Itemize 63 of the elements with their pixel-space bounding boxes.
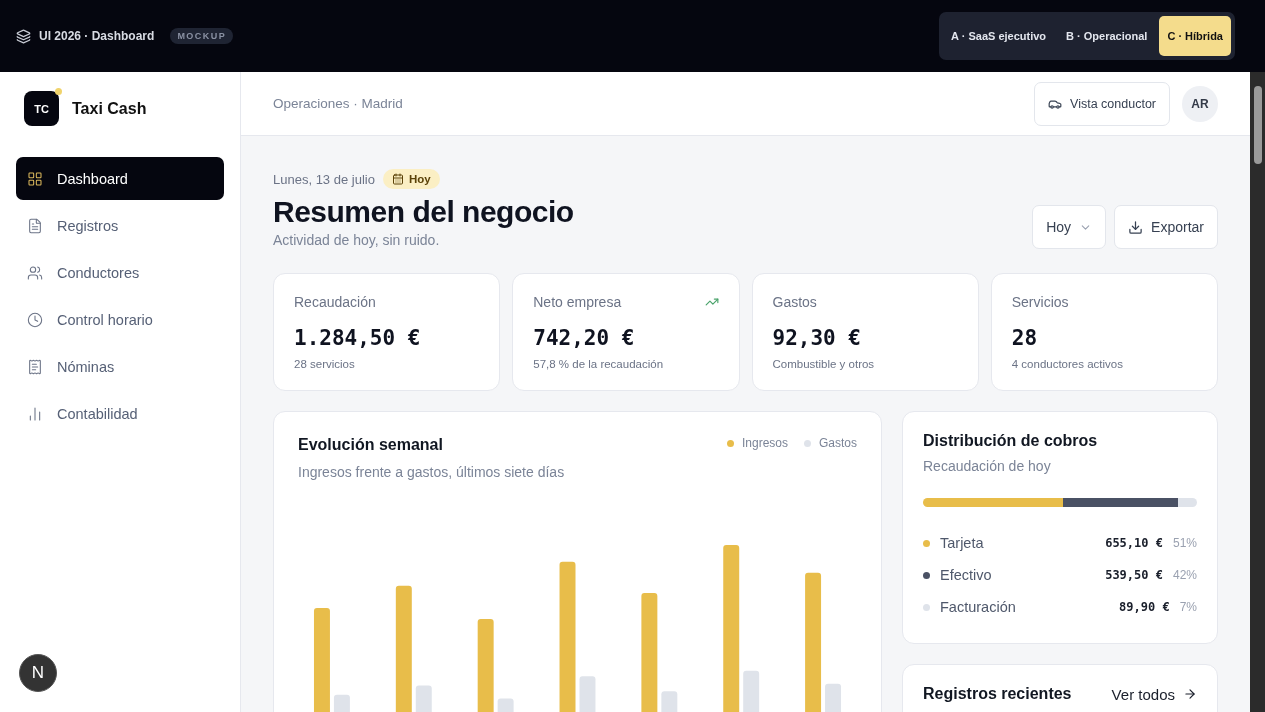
kpi-label: Neto empresa <box>533 294 622 310</box>
view-all-link[interactable]: Ver todos <box>1111 685 1197 703</box>
legend-label: Gastos <box>819 436 857 450</box>
payment-share: 7% <box>1179 600 1197 614</box>
payment-label: Facturación <box>940 599 1017 615</box>
page-subtitle: Actividad de hoy, sin ruido. <box>273 232 440 248</box>
kpi-note: Combustible y otros <box>772 358 876 370</box>
scrollbar[interactable] <box>1250 72 1265 712</box>
layers-icon <box>16 28 31 44</box>
legend-label: Ingresos <box>741 436 788 450</box>
logo: TC <box>24 91 59 126</box>
status-dot-icon <box>55 88 62 95</box>
payment-amount: 89,90 € <box>1119 600 1170 614</box>
grid-icon <box>27 170 43 187</box>
driver-view-button[interactable]: Vista conductor <box>1034 81 1170 126</box>
nav-item[interactable]: Nóminas <box>16 345 224 388</box>
page-title: Resumen del negocio <box>273 195 574 229</box>
kpi-value: 1.284,50 € <box>294 326 422 350</box>
payment-share: 42% <box>1172 568 1197 582</box>
breadcrumb: Operaciones · Madrid <box>273 96 403 111</box>
calendar-icon <box>391 173 404 185</box>
payment-label: Efectivo <box>940 567 993 583</box>
nav-item[interactable]: Dashboard <box>16 157 224 200</box>
kpi-note: 4 conductores activos <box>1011 358 1124 370</box>
variant-tab[interactable]: B · Operacional <box>1058 16 1156 56</box>
payment-share: 51% <box>1172 536 1197 550</box>
kpi-label: Gastos <box>772 294 817 310</box>
dev-badge[interactable]: N <box>19 654 57 692</box>
card-title: Registros recientes <box>923 685 1072 703</box>
today-badge: Hoy <box>382 169 440 189</box>
kpi-label: Recaudación <box>294 294 376 310</box>
nav-item[interactable]: Control horario <box>16 298 224 341</box>
download-icon <box>1128 219 1144 235</box>
payment-amount: 655,10 € <box>1105 536 1163 550</box>
mockup-badge: MOCKUP <box>170 28 234 44</box>
brand-name: Taxi Cash <box>72 99 147 118</box>
date-label: Lunes, 13 de julio <box>273 171 375 187</box>
receipt-icon <box>27 358 43 375</box>
export-button[interactable]: Exportar <box>1114 205 1218 249</box>
people-icon <box>27 264 43 281</box>
kpi-value: 742,20 € <box>533 326 636 350</box>
card-subtitle: Recaudación de hoy <box>923 458 1052 474</box>
avatar[interactable]: AR <box>1182 85 1218 122</box>
document-icon <box>27 217 43 234</box>
kpi-label: Servicios <box>1011 294 1069 310</box>
app-title: UI 2026 · Dashboard <box>39 29 155 43</box>
clock-icon <box>27 311 43 328</box>
nav-item[interactable]: Contabilidad <box>16 392 224 435</box>
payment-label: Tarjeta <box>940 535 985 551</box>
kpi-value: 92,30 € <box>772 326 862 350</box>
kpi-value: 28 <box>1011 326 1039 350</box>
bar-chart-icon <box>27 405 43 422</box>
payment-amount: 539,50 € <box>1105 568 1163 582</box>
nav-item[interactable]: Registros <box>16 204 224 247</box>
card-title: Evolución semanal <box>298 436 444 454</box>
variant-tab[interactable]: A · SaaS ejecutivo <box>943 16 1055 56</box>
kpi-note: 28 servicios <box>294 358 356 370</box>
kpi-note: 57,8 % de la recaudación <box>533 358 665 370</box>
card-subtitle: Ingresos frente a gastos, últimos siete días <box>298 464 565 480</box>
nav-item[interactable]: Conductores <box>16 251 224 294</box>
card-title: Distribución de cobros <box>923 432 1099 450</box>
variant-tab[interactable]: C · Híbrida <box>1159 16 1231 56</box>
period-dropdown[interactable]: Hoy <box>1032 205 1107 249</box>
